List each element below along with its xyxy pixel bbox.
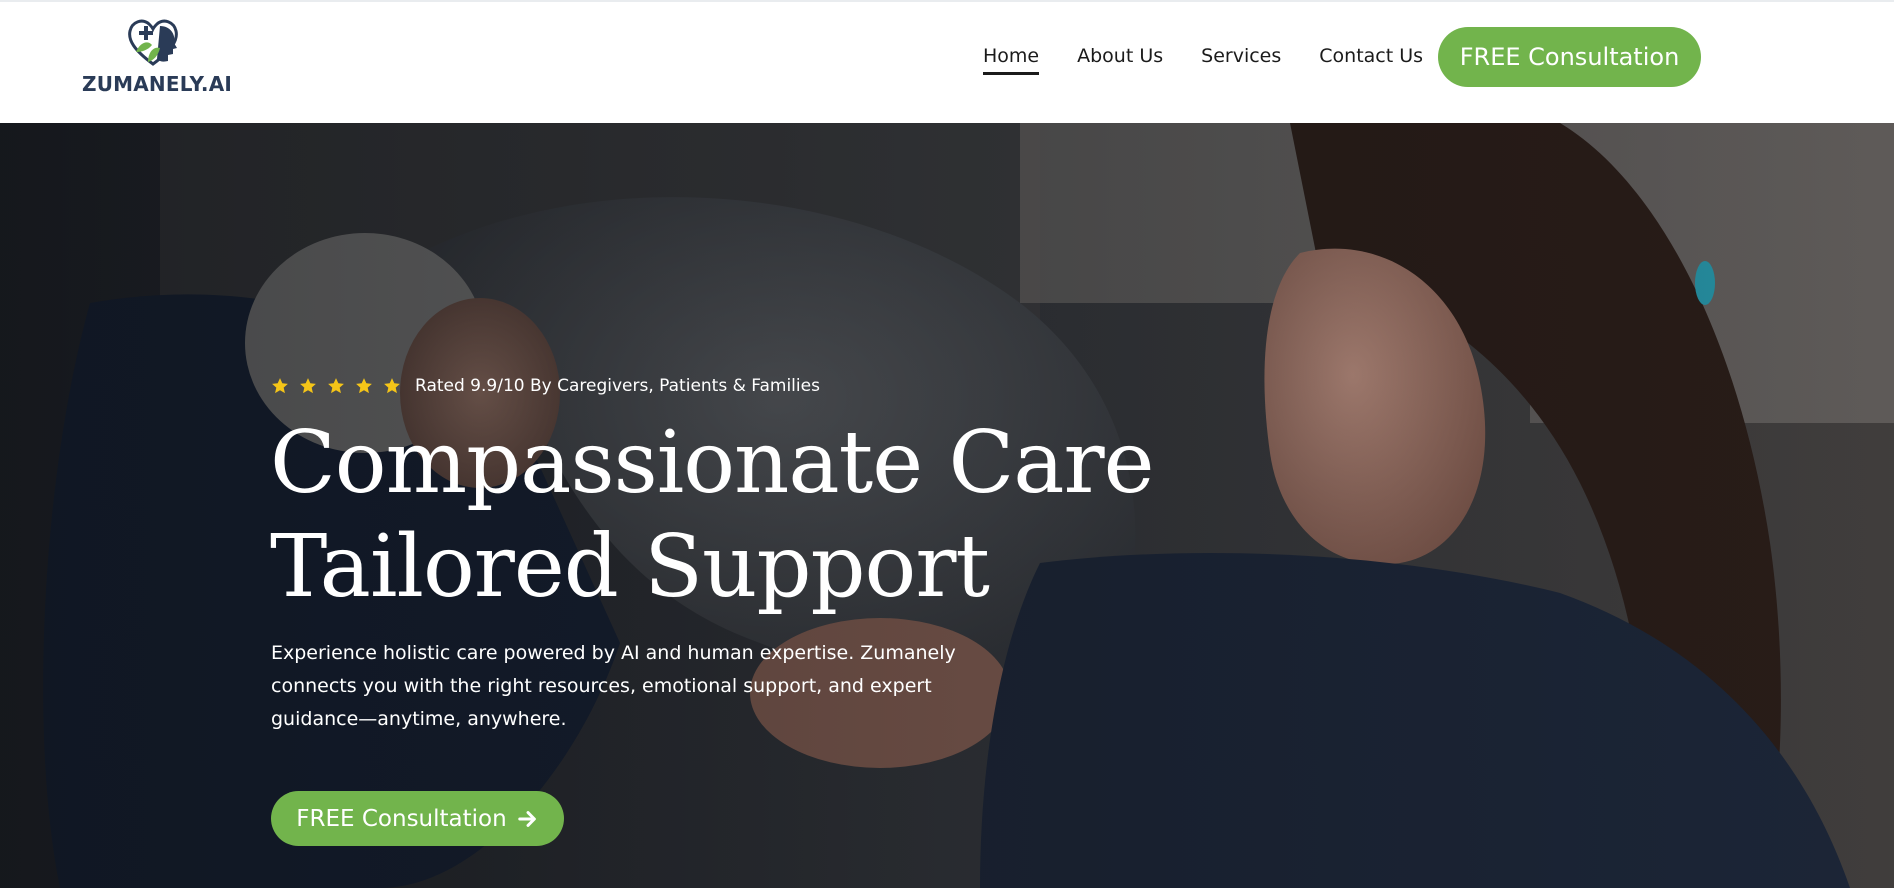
star-icon (328, 378, 344, 394)
hero-headline-line-1: Compassionate Care (270, 413, 1155, 513)
hero-description-line-3: guidance—anytime, anywhere. (271, 708, 567, 730)
main-nav: Home About Us Services Contact Us (983, 42, 1423, 76)
arrow-right-icon (517, 810, 536, 827)
heart-medical-cross-head-icon (128, 19, 178, 66)
hero-headline-line-2: Tailored Support (270, 517, 990, 617)
star-icon (272, 378, 288, 394)
hero-description: Experience holistic care powered by AI a… (271, 637, 971, 736)
site-header: ZUMANELY.AI Home About Us Services Conta… (0, 0, 1894, 123)
nav-services[interactable]: Services (1201, 45, 1281, 73)
hero-description-line-1: Experience holistic care powered by AI a… (271, 642, 956, 664)
star-icon (356, 378, 372, 394)
hero-free-consultation-button[interactable]: FREE Consultation (271, 791, 564, 846)
header-free-consultation-button[interactable]: FREE Consultation (1438, 27, 1701, 87)
rating-row: Rated 9.9/10 By Caregivers, Patients & F… (271, 373, 820, 399)
hero-section: Rated 9.9/10 By Caregivers, Patients & F… (0, 123, 1894, 888)
hero-cta-label: FREE Consultation (296, 805, 507, 832)
header-top-border (0, 0, 1894, 2)
star-icon (300, 378, 316, 394)
rating-stars (271, 377, 401, 395)
hero-description-line-2: connects you with the right resources, e… (271, 675, 932, 697)
nav-about-us[interactable]: About Us (1077, 45, 1163, 73)
logo-link[interactable]: ZUMANELY.AI (80, 12, 240, 98)
star-icon (384, 378, 400, 394)
hero-headline: Compassionate Care Tailored Support (270, 411, 1170, 619)
nav-contact-us[interactable]: Contact Us (1319, 45, 1423, 73)
rating-text: Rated 9.9/10 By Caregivers, Patients & F… (415, 376, 820, 396)
nav-home[interactable]: Home (983, 45, 1040, 75)
logo-wordmark: ZUMANELY.AI (82, 72, 233, 96)
